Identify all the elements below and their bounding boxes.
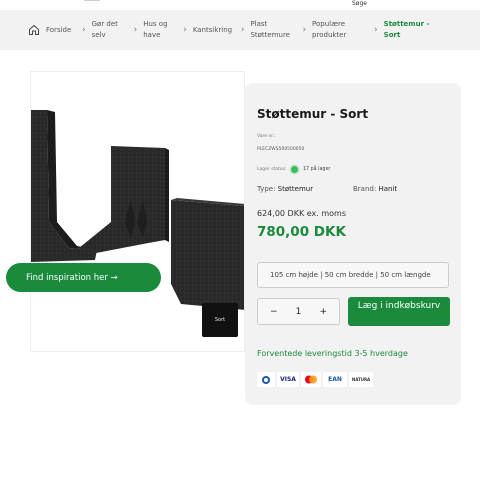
quantity-stepper: − 1 + xyxy=(257,298,340,325)
natura-label: NATURA xyxy=(351,377,371,382)
sku-value: PLECZWS500500050 xyxy=(257,147,305,152)
product-brand: Brand: Hanit xyxy=(353,185,397,193)
breadcrumb-item-populaere-produkter[interactable]: Populære produkter xyxy=(312,19,368,41)
thumbnail-sort[interactable]: Sort xyxy=(202,303,238,337)
brand-label: Brand: xyxy=(353,185,377,193)
breadcrumb-item-plast-stoettemure[interactable]: Plast Støttemure xyxy=(250,19,296,41)
breadcrumb-item-current: Støttemur - Sort xyxy=(383,20,430,39)
variant-select[interactable]: 105 cm højde | 50 cm bredde | 50 cm læng… xyxy=(257,262,449,288)
price: 780,00 DKK xyxy=(257,224,346,240)
stock-status-dot-icon xyxy=(291,166,298,173)
home-icon[interactable] xyxy=(28,23,42,37)
chevron-right-icon: › xyxy=(374,25,378,35)
natura-icon: NATURA xyxy=(349,372,373,387)
price-ex-vat: 624,00 DKK ex. moms xyxy=(257,209,346,218)
type-label: Type: xyxy=(257,185,276,193)
ean-icon: EAN xyxy=(323,372,347,387)
quantity-plus-button[interactable]: + xyxy=(319,307,327,317)
mastercard-icon xyxy=(301,372,321,387)
chevron-right-icon: › xyxy=(133,25,138,35)
breadcrumb-item-forside[interactable]: Forside xyxy=(46,25,76,36)
payment-methods: VISA EAN NATURA xyxy=(257,372,373,387)
breadcrumb-item-kantsikring[interactable]: Kantsikring xyxy=(193,25,235,36)
thumbnail-label: Sort xyxy=(214,317,226,323)
add-to-cart-button[interactable]: Læg i indkøbskurv xyxy=(348,297,450,326)
search-link[interactable]: Søge xyxy=(352,0,367,7)
quantity-minus-button[interactable]: − xyxy=(270,307,278,317)
type-value: Støttemur xyxy=(277,185,314,193)
product-info-panel: Støttemur - Sort Vare nr.: PLECZWS500500… xyxy=(245,83,461,405)
product-title: Støttemur - Sort xyxy=(257,107,369,121)
ean-label: EAN xyxy=(328,376,342,383)
find-inspiration-button[interactable]: Find inspiration her → xyxy=(6,263,161,292)
breadcrumb: Forside › Gør det selv › Hus og have › K… xyxy=(0,10,480,50)
product-type: Type: Støttemur xyxy=(257,185,313,193)
top-header-fragment: Søge xyxy=(0,0,480,10)
delivery-time: Forventede leveringstid 3-5 hverdage xyxy=(257,349,408,358)
chevron-right-icon: › xyxy=(302,25,307,35)
divider xyxy=(84,0,100,1)
visa-label: VISA xyxy=(280,376,296,383)
quantity-input[interactable]: 1 xyxy=(296,307,302,317)
stock-label: Lager status: xyxy=(257,167,287,172)
brand-value[interactable]: Hanit xyxy=(378,185,397,193)
sku-label: Vare nr.: xyxy=(257,134,276,139)
variant-selected: 105 cm højde | 50 cm bredde | 50 cm læng… xyxy=(270,271,431,279)
chevron-right-icon: › xyxy=(240,25,245,35)
chevron-right-icon: › xyxy=(183,25,187,35)
dankort-icon xyxy=(257,372,275,387)
chevron-right-icon: › xyxy=(82,25,86,35)
stock-value: 17 på lager xyxy=(303,167,331,172)
visa-icon: VISA xyxy=(277,372,299,387)
breadcrumb-item-hus-og-have[interactable]: Hus og have xyxy=(143,19,177,41)
breadcrumb-item-goer-det-selv[interactable]: Gør det selv xyxy=(92,19,128,41)
